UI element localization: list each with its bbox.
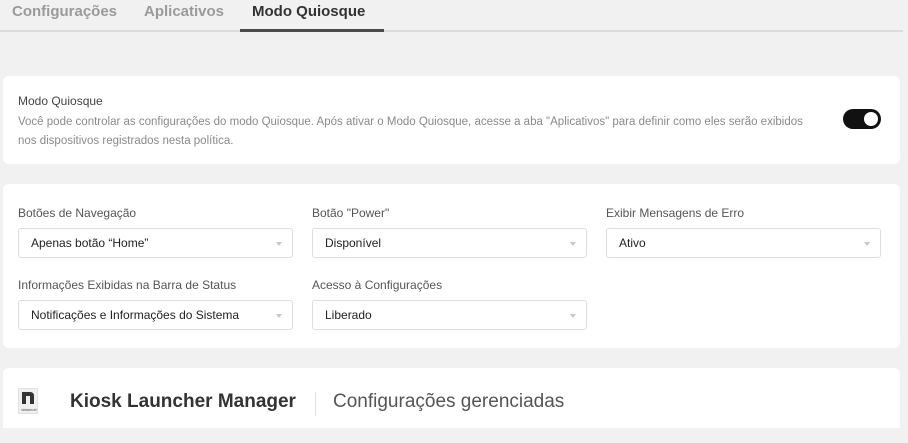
kiosk-mode-card: Modo Quiosque Você pode controlar as con… — [3, 76, 900, 164]
settings-access-value: Liberado — [325, 308, 372, 322]
app-subtitle: Configurações gerenciadas — [333, 391, 565, 412]
chevron-down-icon — [864, 242, 870, 246]
app-name: Kiosk Launcher Manager — [70, 391, 296, 412]
tab-configuracoes[interactable]: Configurações — [12, 3, 117, 20]
chevron-down-icon — [570, 314, 576, 318]
chevron-down-icon — [570, 242, 576, 246]
tab-bar: Configurações Aplicativos Modo Quiosque — [0, 0, 908, 32]
kiosk-launcher-card: datamob Kiosk Launcher Manager Configura… — [3, 368, 900, 428]
active-tab-indicator — [240, 29, 384, 32]
status-bar-label: Informações Exibidas na Barra de Status — [18, 278, 237, 292]
chevron-down-icon — [276, 242, 282, 246]
tab-modo-quiosque[interactable]: Modo Quiosque — [252, 3, 365, 20]
chevron-down-icon — [276, 314, 282, 318]
tab-aplicativos[interactable]: Aplicativos — [144, 3, 224, 20]
error-messages-value: Ativo — [619, 236, 646, 250]
nav-buttons-select[interactable]: Apenas botão “Home” — [18, 228, 293, 258]
settings-access-select[interactable]: Liberado — [312, 300, 587, 330]
toggle-knob — [864, 112, 878, 126]
power-button-value: Disponível — [325, 236, 382, 250]
kiosk-settings-card: Botões de Navegação Apenas botão “Home” … — [3, 184, 900, 348]
settings-access-label: Acesso à Configurações — [312, 278, 443, 292]
kiosk-mode-toggle[interactable] — [843, 109, 881, 129]
error-messages-label: Exibir Mensagens de Erro — [606, 206, 745, 220]
nav-buttons-label: Botões de Navegação — [18, 206, 137, 220]
tab-bar-divider — [0, 30, 903, 32]
kiosk-mode-description: Você pode controlar as configurações do … — [18, 116, 803, 147]
error-messages-select[interactable]: Ativo — [606, 228, 881, 258]
power-button-label: Botão "Power" — [312, 206, 390, 220]
datamob-logo-mark — [22, 392, 34, 404]
logo-caption: datamob — [21, 407, 37, 412]
status-bar-value: Notificações e Informações do Sistema — [31, 308, 240, 322]
power-button-select[interactable]: Disponível — [312, 228, 587, 258]
datamob-logo: datamob — [18, 388, 38, 414]
status-bar-select[interactable]: Notificações e Informações do Sistema — [18, 300, 293, 330]
kiosk-mode-title: Modo Quiosque — [18, 94, 103, 108]
header-divider — [315, 392, 316, 416]
nav-buttons-value: Apenas botão “Home” — [31, 236, 149, 250]
